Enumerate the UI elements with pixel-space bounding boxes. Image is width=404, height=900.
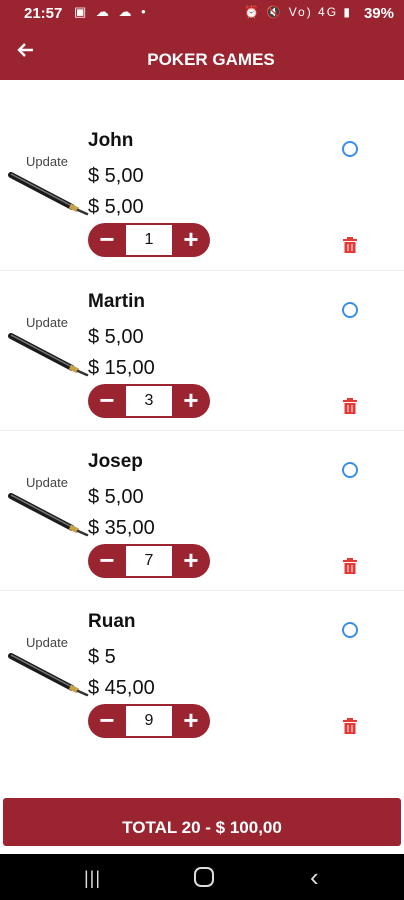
decrement-button[interactable]: −	[88, 384, 126, 418]
line-total: $ 35,00	[88, 517, 155, 539]
decrement-button[interactable]: −	[88, 223, 126, 257]
recents-icon[interactable]: |||	[84, 868, 101, 889]
app-bar: POKER GAMES	[0, 28, 404, 80]
back-icon[interactable]: ‹	[310, 862, 319, 893]
home-icon[interactable]	[194, 867, 214, 887]
update-label[interactable]: Update	[26, 154, 68, 169]
increment-button[interactable]: +	[172, 384, 210, 418]
total-button[interactable]: TOTAL 20 - $ 100,00	[3, 798, 401, 846]
system-nav-bar: ||| ‹	[0, 854, 404, 900]
unit-price: $ 5,00	[88, 486, 144, 508]
radio-button-icon[interactable]	[342, 141, 358, 157]
trash-icon[interactable]	[343, 558, 357, 574]
update-label[interactable]: Update	[26, 315, 68, 330]
radio-button-icon[interactable]	[342, 462, 358, 478]
status-bar: 21:57 ▣ ☁ ☁ • ⏰ 🔇 Vo) 4G ▮ 39%	[0, 0, 404, 28]
player-name: John	[88, 130, 134, 151]
battery-level: 39%	[363, 5, 394, 22]
increment-button[interactable]: +	[172, 223, 210, 257]
radio-button-icon[interactable]	[342, 302, 358, 318]
quantity-stepper: − 9 +	[88, 704, 210, 738]
line-total: $ 45,00	[88, 677, 155, 699]
line-total: $ 5,00	[88, 196, 144, 218]
pen-icon[interactable]	[8, 651, 90, 697]
increment-button[interactable]: +	[172, 704, 210, 738]
list-item: Update Martin $ 5,00 $ 15,00 − 3 +	[0, 270, 404, 430]
pen-icon[interactable]	[8, 491, 90, 537]
quantity-stepper: − 3 +	[88, 384, 210, 418]
quantity-stepper: − 7 +	[88, 544, 210, 578]
player-name: Josep	[88, 451, 143, 472]
unit-price: $ 5,00	[88, 165, 144, 187]
quantity-value[interactable]: 1	[126, 225, 172, 255]
unit-price: $ 5,00	[88, 326, 144, 348]
list-item: Update Josep $ 5,00 $ 35,00 − 7 +	[0, 430, 404, 590]
notification-icons: ▣ ☁ ☁ •	[74, 4, 149, 19]
quantity-value[interactable]: 7	[126, 546, 172, 576]
list-item: Update John $ 5,00 $ 5,00 − 1 +	[0, 110, 404, 270]
system-icons: ⏰ 🔇 Vo) 4G ▮	[244, 5, 352, 19]
player-list: Update John $ 5,00 $ 5,00 − 1 + Update M…	[0, 110, 404, 750]
update-label[interactable]: Update	[26, 635, 68, 650]
radio-button-icon[interactable]	[342, 622, 358, 638]
line-total: $ 15,00	[88, 357, 155, 379]
trash-icon[interactable]	[343, 718, 357, 734]
unit-price: $ 5	[88, 646, 116, 668]
player-name: Ruan	[88, 611, 136, 632]
decrement-button[interactable]: −	[88, 704, 126, 738]
quantity-stepper: − 1 +	[88, 223, 210, 257]
list-item: Update Ruan $ 5 $ 45,00 − 9 +	[0, 590, 404, 750]
page-title: POKER GAMES	[147, 50, 275, 69]
player-name: Martin	[88, 291, 145, 312]
status-time: 21:57	[24, 5, 63, 22]
trash-icon[interactable]	[343, 398, 357, 414]
trash-icon[interactable]	[343, 237, 357, 253]
quantity-value[interactable]: 3	[126, 386, 172, 416]
pen-icon[interactable]	[8, 170, 90, 216]
increment-button[interactable]: +	[172, 544, 210, 578]
pen-icon[interactable]	[8, 331, 90, 377]
decrement-button[interactable]: −	[88, 544, 126, 578]
quantity-value[interactable]: 9	[126, 706, 172, 736]
update-label[interactable]: Update	[26, 475, 68, 490]
